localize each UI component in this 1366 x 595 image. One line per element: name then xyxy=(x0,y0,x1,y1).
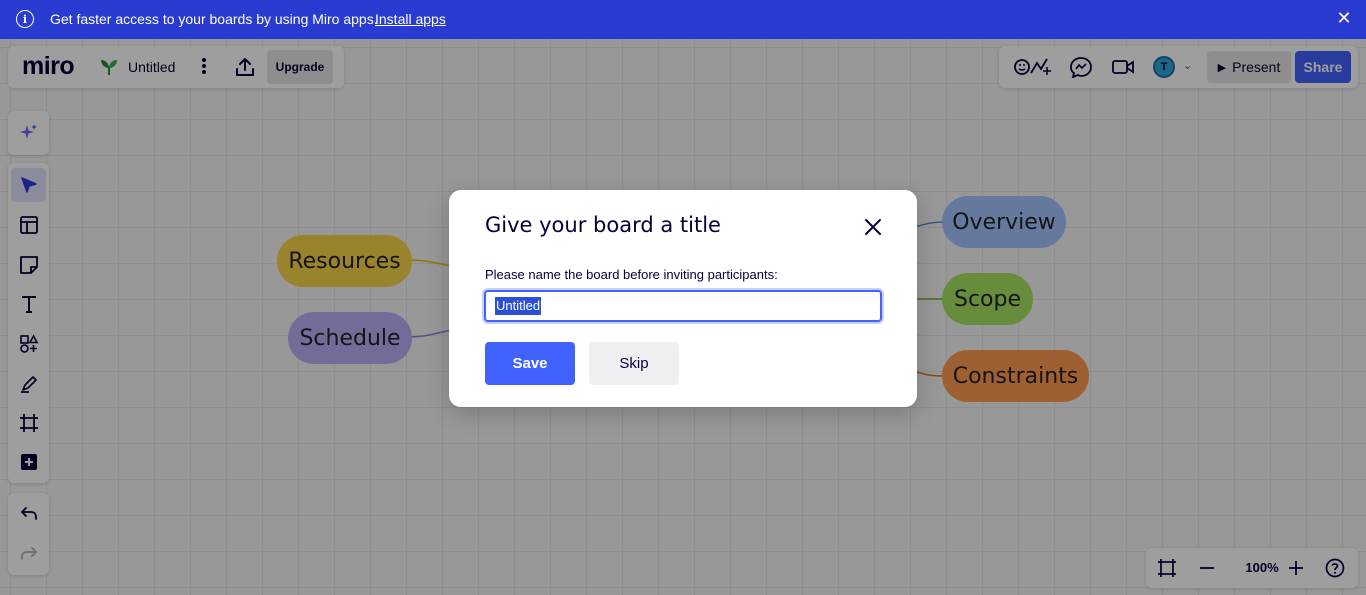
close-icon[interactable] xyxy=(862,216,884,238)
board-title-input[interactable] xyxy=(484,290,882,322)
board-title-dialog: Give your board a title Please name the … xyxy=(449,190,917,407)
banner-message: Get faster access to your boards by usin… xyxy=(50,11,378,27)
info-icon: i xyxy=(16,10,34,28)
close-icon[interactable]: ✕ xyxy=(1336,9,1352,27)
install-apps-link[interactable]: Install apps xyxy=(375,11,446,27)
dialog-label: Please name the board before inviting pa… xyxy=(485,267,778,282)
dialog-title: Give your board a title xyxy=(485,213,721,237)
save-button[interactable]: Save xyxy=(485,342,575,385)
app-banner: i Get faster access to your boards by us… xyxy=(0,0,1366,39)
skip-button[interactable]: Skip xyxy=(589,342,679,385)
